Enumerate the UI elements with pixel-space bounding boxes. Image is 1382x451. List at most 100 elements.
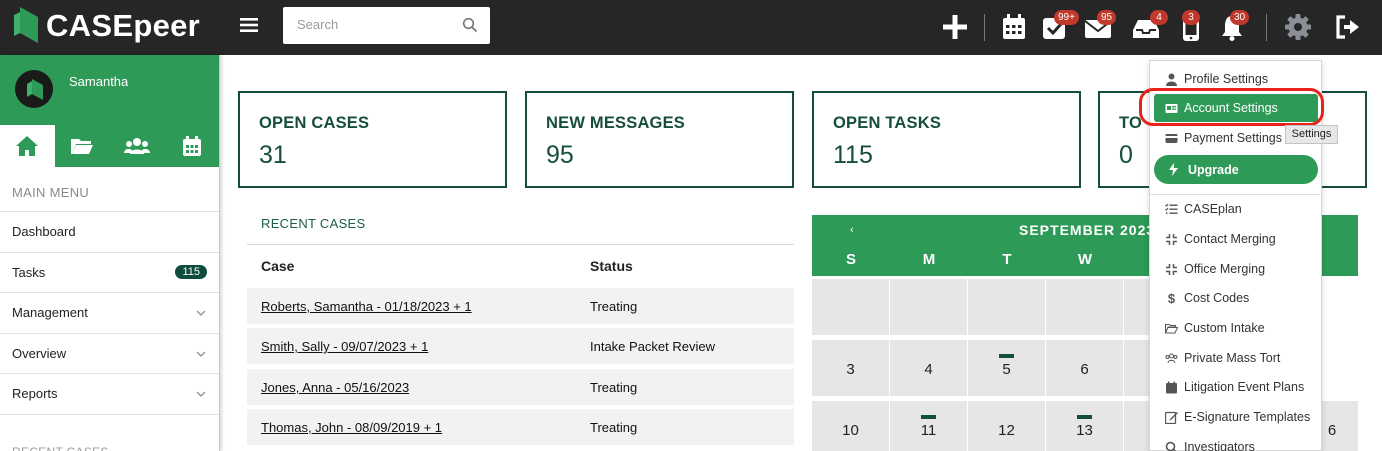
menu-item-cost-codes[interactable]: $ Cost Codes: [1150, 284, 1321, 312]
calendar-day[interactable]: 13: [1046, 401, 1123, 451]
sidebar-tabs: [0, 125, 219, 167]
menu-item-office-merging[interactable]: Office Merging: [1150, 255, 1321, 283]
tab-contacts[interactable]: [110, 125, 165, 167]
menu-item-label: Cost Codes: [1184, 291, 1250, 305]
users-icon: [123, 138, 150, 154]
tasks-count-badge: 115: [175, 264, 207, 279]
menu-item-label: Custom Intake: [1184, 321, 1265, 335]
search-input[interactable]: [283, 7, 443, 42]
case-link[interactable]: Jones, Anna - 05/16/2023: [261, 380, 409, 395]
menu-item-label: Upgrade: [1188, 162, 1239, 177]
menu-item-label: Payment Settings: [1184, 131, 1282, 145]
tab-calendar[interactable]: [164, 125, 219, 167]
event-marker: [999, 354, 1014, 358]
day-number: 13: [1076, 422, 1093, 439]
sidebar-item-label: Reports: [12, 386, 58, 402]
sidebar-item-management[interactable]: Management: [0, 292, 219, 333]
app-name: CASEpeer: [46, 8, 201, 43]
event-marker: [1077, 415, 1092, 419]
weekday-label: M: [922, 251, 936, 268]
edit-icon: [1165, 411, 1178, 424]
upgrade-button[interactable]: Upgrade: [1154, 155, 1318, 184]
menu-item-contact-merging[interactable]: Contact Merging: [1150, 225, 1321, 253]
folder-icon: [71, 139, 94, 154]
calendar-prev-button[interactable]: ‹: [850, 224, 854, 236]
day-number: 4: [924, 361, 933, 378]
avatar[interactable]: [15, 70, 53, 108]
search-icon[interactable]: [462, 17, 478, 33]
calendar-day[interactable]: [812, 279, 889, 335]
casepeer-logo-icon: [14, 7, 38, 43]
tasks-badge: 99+: [1054, 10, 1079, 25]
calendar-day[interactable]: [890, 279, 967, 335]
calendar-day[interactable]: [968, 279, 1045, 335]
calendar-month-title: SEPTEMBER 2023: [1019, 222, 1156, 238]
user-name[interactable]: Samantha: [69, 74, 128, 89]
users-icon: [1165, 353, 1178, 363]
sidebar-item-dashboard[interactable]: Dashboard: [0, 211, 219, 252]
menu-item-e-signature-templates[interactable]: E-Signature Templates: [1150, 403, 1321, 431]
merge-icon: [1166, 263, 1177, 275]
plus-icon[interactable]: [940, 12, 970, 42]
event-marker: [921, 415, 936, 419]
casepeer-logo-icon: [27, 79, 43, 100]
hamburger-menu-icon[interactable]: [238, 14, 260, 36]
table-header: Case Status: [247, 245, 794, 286]
top-bar: CASEpeer 99+ 95: [0, 0, 1382, 55]
menu-item-investigators[interactable]: Investigators: [1150, 433, 1321, 451]
case-link[interactable]: Roberts, Samantha - 01/18/2023 + 1: [261, 299, 472, 314]
gear-icon[interactable]: [1283, 12, 1313, 42]
sidebar-item-reports[interactable]: Reports: [0, 373, 219, 414]
case-link[interactable]: Smith, Sally - 09/07/2023 + 1: [261, 339, 428, 354]
folder-open-icon: [1165, 323, 1178, 333]
stat-card-new-messages[interactable]: NEW MESSAGES 95: [525, 91, 794, 188]
calendar-day[interactable]: 3: [812, 340, 889, 396]
stat-label: OPEN TASKS: [833, 114, 942, 132]
menu-item-caseplan[interactable]: CASEplan: [1150, 195, 1321, 223]
menu-item-label: Investigators: [1184, 440, 1255, 451]
sidebar-item-label: Dashboard: [12, 224, 76, 240]
calendar-day[interactable]: 5: [968, 340, 1045, 396]
weekday-label: T: [1002, 251, 1012, 268]
divider: [984, 14, 985, 41]
calendar-day[interactable]: 10: [812, 401, 889, 451]
user-icon: [1166, 73, 1177, 86]
calendar-day[interactable]: 12: [968, 401, 1045, 451]
menu-item-custom-intake[interactable]: Custom Intake: [1150, 314, 1321, 342]
chevron-down-icon: [196, 350, 206, 357]
menu-item-label: Private Mass Tort: [1184, 351, 1281, 365]
main-menu-heading: MAIN MENU: [12, 185, 90, 200]
phone-badge: 3: [1182, 10, 1200, 25]
credit-card-icon: [1165, 133, 1178, 143]
calendar-day[interactable]: [1046, 279, 1123, 335]
sidebar-item-label: Tasks: [12, 264, 46, 280]
logo[interactable]: CASEpeer: [14, 6, 200, 46]
sidebar-item-overview[interactable]: Overview: [0, 332, 219, 374]
stat-card-open-tasks[interactable]: OPEN TASKS 115: [812, 91, 1081, 188]
stat-label: OPEN CASES: [259, 114, 370, 132]
day-number: 11: [920, 422, 937, 439]
calendar-day[interactable]: 11: [890, 401, 967, 451]
recent-cases-title: RECENT CASES: [261, 216, 366, 231]
logout-icon[interactable]: [1333, 12, 1363, 42]
case-status: Treating: [590, 420, 638, 435]
menu-item-label: Contact Merging: [1184, 232, 1276, 246]
calendar-day[interactable]: 6: [1046, 340, 1123, 396]
stat-value: 31: [259, 141, 287, 169]
sidebar-item-tasks[interactable]: Tasks 115: [0, 251, 219, 293]
stat-card-open-cases[interactable]: OPEN CASES 31: [238, 91, 507, 188]
menu-item-litigation-event-plans[interactable]: Litigation Event Plans: [1150, 373, 1321, 401]
calendar-day[interactable]: 6: [1322, 401, 1358, 451]
inbox-badge: 4: [1150, 10, 1168, 25]
chevron-down-icon: [196, 310, 206, 317]
menu-item-private-mass-tort[interactable]: Private Mass Tort: [1150, 344, 1321, 372]
stat-value: 115: [833, 141, 873, 169]
calendar-icon[interactable]: [999, 12, 1029, 42]
case-link[interactable]: Thomas, John - 08/09/2019 + 1: [261, 420, 442, 435]
calendar-day[interactable]: 4: [890, 340, 967, 396]
tab-cases[interactable]: [55, 125, 110, 167]
sidebar-item-label: Overview: [12, 345, 67, 361]
mail-badge: 95: [1097, 10, 1117, 25]
sidebar: Samantha MAIN MENU Dashboard Tasks 115 M…: [0, 55, 220, 451]
tab-home[interactable]: [0, 125, 55, 167]
